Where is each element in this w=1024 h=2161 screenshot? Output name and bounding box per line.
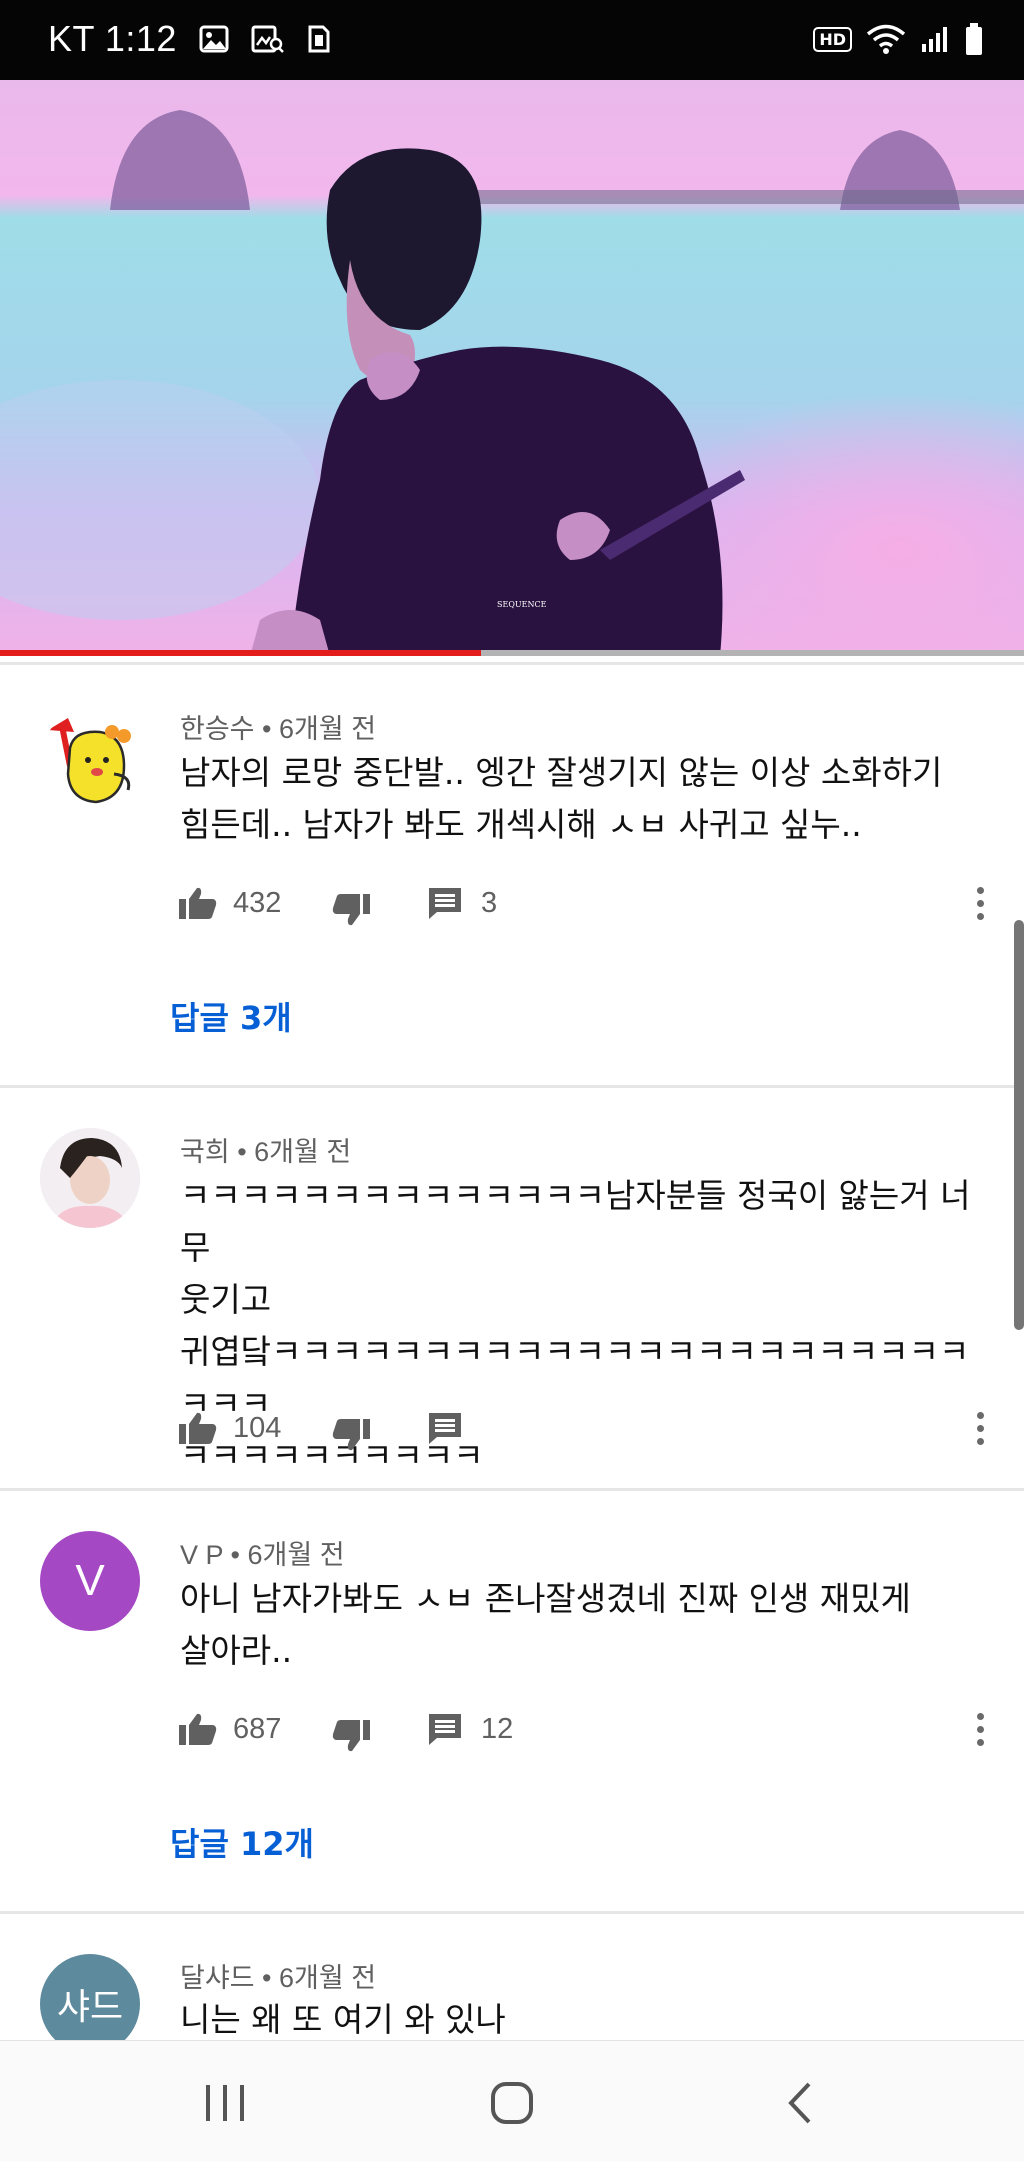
scrollbar-thumb[interactable] — [1014, 920, 1024, 1330]
comment-text: 니는 왜 또 여기 와 있나 — [180, 1994, 980, 2040]
recent-apps-icon[interactable] — [203, 2083, 247, 2123]
thumbs-up-icon[interactable] — [178, 1711, 218, 1747]
comment-time: 6개월 전 — [254, 1137, 352, 1167]
avatar[interactable]: 샤드 — [40, 1954, 140, 2040]
video-player[interactable]: SEQUENCE — [0, 80, 1024, 656]
more-options-icon[interactable] — [968, 878, 992, 928]
comment-author[interactable]: 한승수 — [180, 714, 255, 744]
comment-time: 6개월 전 — [247, 1540, 345, 1570]
comment-meta: V P • 6개월 전 — [180, 1540, 345, 1570]
comment-time: 6개월 전 — [279, 1963, 377, 1993]
wifi-icon — [866, 24, 906, 54]
comment-text: 아니 남자가봐도 ㅅㅂ 존나잘생겼네 진짜 인생 재밌게 살아라.. — [180, 1573, 980, 1677]
yellow-character-avatar — [48, 718, 131, 804]
avatar-letter: V — [75, 1556, 105, 1605]
comment-time: 6개월 전 — [279, 714, 377, 744]
comment-author[interactable]: V P — [180, 1540, 223, 1570]
video-frame: SEQUENCE — [0, 80, 1024, 656]
comment-actions: 687 12 — [178, 1704, 513, 1754]
avatar[interactable] — [40, 710, 140, 810]
video-watermark: SEQUENCE — [497, 600, 547, 609]
comment-meta: 달샤드 • 6개월 전 — [180, 1963, 377, 1993]
comment-actions: 432 3 — [178, 878, 497, 928]
battery-icon — [966, 23, 982, 55]
screenshot-search-icon — [251, 25, 284, 53]
comment-line: 아니 남자가봐도 ㅅㅂ 존나잘생겼네 진짜 인생 재밌게 — [180, 1579, 911, 1618]
comment-line: 힘든데.. 남자가 봐도 개섹시해 ㅅㅂ 사귀고 싶누.. — [180, 805, 862, 844]
more-options-icon[interactable] — [968, 1704, 992, 1754]
comment-line: 웃기고 — [180, 1280, 272, 1319]
view-replies-link[interactable]: 답글 12개 — [170, 1819, 314, 1865]
avatar[interactable]: V — [40, 1531, 140, 1631]
video-progress-fill — [0, 650, 482, 656]
more-options-icon[interactable] — [968, 1403, 992, 1453]
comment-author[interactable]: 국희 — [180, 1137, 230, 1167]
navigation-bar — [0, 2040, 1024, 2161]
comment-thread: 샤드 달샤드 • 6개월 전 니는 왜 또 여기 와 있나 — [0, 1914, 1024, 2040]
profile-photo — [40, 1128, 140, 1228]
thumbs-down-icon[interactable] — [331, 1417, 371, 1453]
view-replies-link[interactable]: 답글 3개 — [170, 993, 292, 1039]
comment-meta: 한승수 • 6개월 전 — [180, 714, 377, 744]
comment-actions: 104 — [178, 1403, 463, 1453]
comment-line: 니는 왜 또 여기 와 있나 — [180, 2000, 506, 2039]
reply-icon[interactable] — [427, 886, 463, 920]
comment-meta: 국희 • 6개월 전 — [180, 1137, 352, 1167]
comment-thread: 한승수 • 6개월 전 남자의 로망 중단발.. 엥간 잘생기지 않는 이상 소… — [0, 665, 1024, 1085]
video-progress-bar[interactable] — [0, 650, 1024, 656]
thumbs-down-icon[interactable] — [331, 1718, 371, 1754]
like-count: 687 — [233, 1712, 282, 1745]
home-icon[interactable] — [490, 2081, 534, 2125]
hd-badge: HD — [813, 26, 852, 52]
avatar[interactable] — [40, 1128, 140, 1228]
comment-line: ㅋㅋㅋㅋㅋㅋㅋㅋㅋㅋㅋㅋㅋㅋ남자분들 정국이 앓는거 너무 — [180, 1176, 971, 1267]
comment-line: 남자의 로망 중단발.. 엥간 잘생기지 않는 이상 소화하기 — [180, 753, 943, 792]
gallery-icon — [199, 25, 229, 53]
avatar-letter: 샤드 — [56, 1987, 124, 2028]
comment-line: 살아라.. — [180, 1631, 293, 1670]
comment-thread: V V P • 6개월 전 아니 남자가봐도 ㅅㅂ 존나잘생겼네 진짜 인생 재… — [0, 1491, 1024, 1911]
comment-thread: 국희 • 6개월 전 ㅋㅋㅋㅋㅋㅋㅋㅋㅋㅋㅋㅋㅋㅋ남자분들 정국이 앓는거 너무… — [0, 1088, 1024, 1488]
comment-text: 남자의 로망 중단발.. 엥간 잘생기지 않는 이상 소화하기 힘든데.. 남자… — [180, 747, 980, 851]
reply-icon[interactable] — [427, 1712, 463, 1746]
thumbs-up-icon[interactable] — [178, 1410, 218, 1446]
signal-icon — [922, 27, 947, 52]
like-count: 432 — [233, 886, 282, 919]
sim-card-icon — [308, 25, 330, 53]
status-bar: KT 1:12 HD — [0, 0, 1024, 80]
reply-count: 3 — [481, 886, 498, 919]
comment-author[interactable]: 달샤드 — [180, 1963, 255, 1993]
thumbs-up-icon[interactable] — [178, 885, 218, 921]
like-count: 104 — [233, 1411, 282, 1444]
carrier-time: KT 1:12 — [48, 18, 177, 59]
reply-count: 12 — [481, 1712, 514, 1745]
reply-icon[interactable] — [427, 1411, 463, 1445]
back-icon[interactable] — [785, 2081, 813, 2125]
thumbs-down-icon[interactable] — [331, 892, 371, 928]
